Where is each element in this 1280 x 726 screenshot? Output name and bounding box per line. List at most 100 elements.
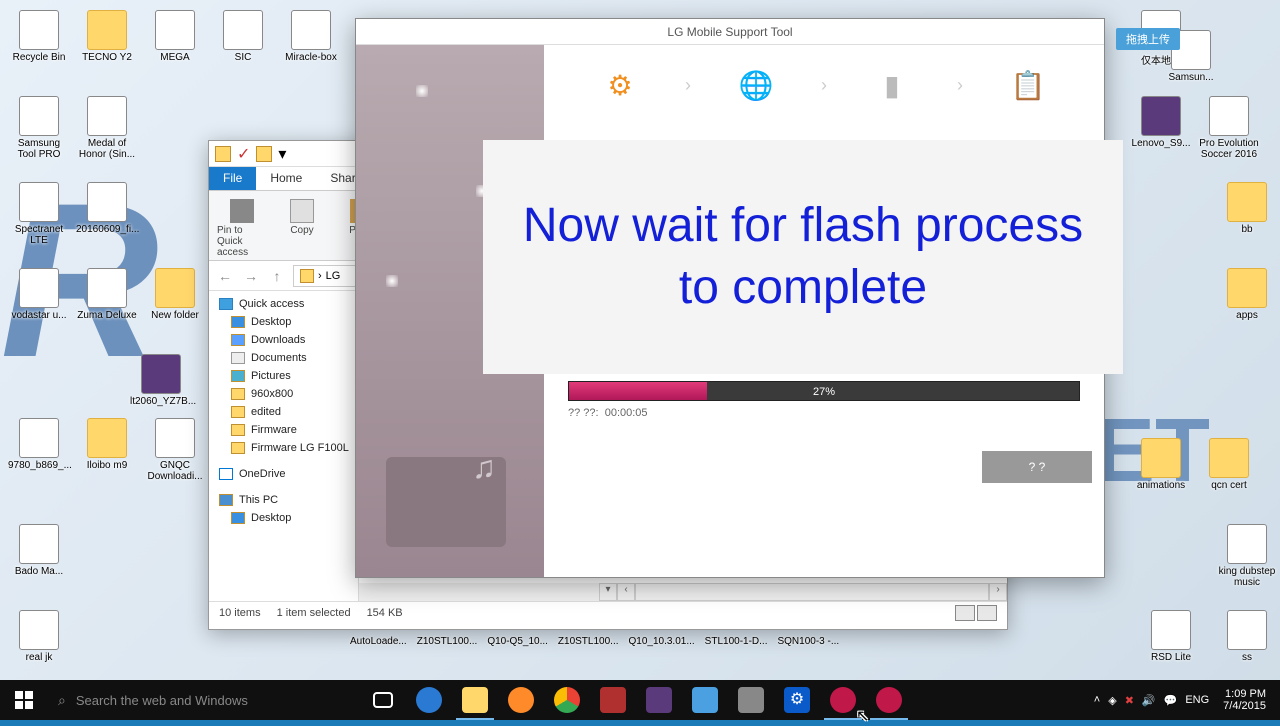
tab-file[interactable]: File [209, 167, 256, 190]
nav-downloads[interactable]: Downloads [209, 331, 358, 349]
settings-app[interactable]: ⚙ [774, 680, 820, 720]
explorer-hscrollbar[interactable]: ▾ ‹ › [359, 583, 1007, 601]
desktop-icon[interactable]: TECNO Y2 [76, 10, 138, 63]
tray-warning-icon[interactable]: ✖ [1125, 694, 1134, 707]
desktop-icon-label[interactable]: AutoLoade... [350, 636, 407, 647]
desktop-icon[interactable]: New folder [144, 268, 206, 321]
lg-icon [830, 687, 856, 713]
app-icon [87, 182, 127, 222]
nav-quick-access[interactable]: Quick access [209, 295, 358, 313]
desktop-icon[interactable]: ss [1216, 610, 1278, 663]
desktop-icon[interactable]: vodastar u... [8, 268, 70, 321]
desktop-icon[interactable]: animations [1130, 438, 1192, 491]
qat-sep: ✓ [237, 144, 250, 164]
printer-app[interactable] [728, 680, 774, 720]
scroll-right-button[interactable]: › [989, 583, 1007, 601]
pin-quick-access-button[interactable]: Pin to Quick access [217, 195, 267, 258]
nav-folder-firmware[interactable]: Firmware [209, 421, 358, 439]
lg-action-button[interactable]: ? ? [982, 451, 1092, 483]
scroll-dropdown-button[interactable]: ▾ [599, 583, 617, 601]
tray-language[interactable]: ENG [1185, 694, 1209, 706]
desktop-icon-label[interactable]: Z10STL100... [417, 636, 478, 647]
desktop-icon[interactable]: Medal of Honor (Sin... [76, 96, 138, 160]
chrome-app[interactable] [544, 680, 590, 720]
desktop-icon[interactable]: Samsung Tool PRO [8, 96, 70, 160]
desktop-icon-label: 20160609_fi... [76, 224, 138, 235]
desktop-icon[interactable]: Iloibo m9 [76, 418, 138, 471]
desktop-icon[interactable]: king dubstep music [1216, 524, 1278, 588]
desktop-icon-label[interactable]: Q10-Q5_10... [487, 636, 548, 647]
nav-folder-firmware-lg[interactable]: Firmware LG F100L [209, 439, 358, 457]
nav-documents[interactable]: Documents [209, 349, 358, 367]
lg-app-1[interactable] [820, 680, 866, 720]
view-details-button[interactable] [955, 605, 975, 621]
folder-icon [215, 146, 231, 162]
desktop-icon-label: ss [1216, 652, 1278, 663]
desktop-icon[interactable]: Recycle Bin [8, 10, 70, 63]
lg-icon [876, 687, 902, 713]
tray-network-icon[interactable]: ◈ [1108, 694, 1116, 707]
step-download-icon: 🌐 [733, 62, 779, 108]
app-icon [223, 10, 263, 50]
desktop-icon[interactable]: RSD Lite [1140, 610, 1202, 663]
desktop-icon[interactable]: SIC [212, 10, 274, 63]
nav-folder-edited[interactable]: edited [209, 403, 358, 421]
tray-volume-icon[interactable]: 🔊 [1142, 694, 1156, 707]
nav-desktop-2[interactable]: Desktop [209, 509, 358, 527]
tray-clock[interactable]: 1:09 PM 7/4/2015 [1217, 688, 1272, 712]
taskbar-search[interactable]: ⌕ Search the web and Windows [48, 680, 348, 720]
desktop-icon-label[interactable]: STL100-1-D... [705, 636, 768, 647]
folder-icon [87, 10, 127, 50]
desktop-icon[interactable]: 20160609_fi... [76, 182, 138, 235]
desktop-icon[interactable]: Spectranet LTE [8, 182, 70, 246]
desktop-icon[interactable]: bb [1216, 182, 1278, 235]
desktop-icon[interactable]: Lenovo_S9... [1130, 96, 1192, 149]
tab-home[interactable]: Home [256, 167, 316, 190]
recorder-app[interactable] [590, 680, 636, 720]
star-icon [219, 298, 233, 310]
recorder-icon [600, 687, 626, 713]
desktop-icon[interactable]: Bado Ma... [8, 524, 70, 577]
nav-forward-button[interactable]: → [241, 266, 261, 286]
nav-this-pc[interactable]: This PC [209, 491, 358, 509]
nav-onedrive[interactable]: OneDrive [209, 465, 358, 483]
edge-app[interactable] [406, 680, 452, 720]
view-thumbnails-button[interactable] [977, 605, 997, 621]
desktop-icon-label: MEGA [144, 52, 206, 63]
copy-button[interactable]: Copy [277, 195, 327, 236]
desktop-icon[interactable]: 9780_b869_... [8, 418, 70, 471]
desktop-icon[interactable]: Miracle-box [280, 10, 342, 63]
qat-dropdown-icon[interactable]: ▾ [278, 144, 286, 164]
desktop-icon[interactable]: Pro Evolution Soccer 2016 [1198, 96, 1260, 160]
desktop-icon[interactable]: MEGA [144, 10, 206, 63]
desktop-icon[interactable]: lt2060_YZ7B... [130, 354, 192, 407]
lg-window-title: LG Mobile Support Tool [356, 19, 1104, 45]
desktop-icon[interactable]: GNQC Downloadi... [144, 418, 206, 482]
desktop-icon-label[interactable]: Z10STL100... [558, 636, 619, 647]
nav-folder-960x800[interactable]: 960x800 [209, 385, 358, 403]
tray-chevron-up-icon[interactable]: ˄ [1094, 694, 1100, 706]
firefox-app[interactable] [498, 680, 544, 720]
desktop-icon-label[interactable]: Q10_10.3.01... [629, 636, 695, 647]
tool-app[interactable] [682, 680, 728, 720]
folder-icon [300, 269, 314, 283]
start-button[interactable] [0, 680, 48, 720]
desktop-icon[interactable]: qcn cert [1198, 438, 1260, 491]
nav-desktop[interactable]: Desktop [209, 313, 358, 331]
drag-upload-badge[interactable]: 拖拽上传 [1116, 28, 1180, 50]
nav-pictures[interactable]: Pictures [209, 367, 358, 385]
nav-up-button[interactable]: ↑ [267, 266, 287, 286]
scroll-left-button[interactable]: ‹ [617, 583, 635, 601]
tray-notification-icon[interactable]: 💬 [1164, 694, 1178, 707]
lg-app-2[interactable] [866, 680, 912, 720]
pictures-icon [231, 370, 245, 382]
taskview-button[interactable] [360, 680, 406, 720]
desktop-icon-label[interactable]: SQN100-3 -... [777, 636, 839, 647]
desktop-icon[interactable]: real jk [8, 610, 70, 663]
winrar-app[interactable] [636, 680, 682, 720]
scroll-track[interactable] [635, 583, 989, 601]
nav-back-button[interactable]: ← [215, 266, 235, 286]
desktop-icon[interactable]: Zuma Deluxe [76, 268, 138, 321]
explorer-app[interactable] [452, 680, 498, 720]
desktop-icon[interactable]: apps [1216, 268, 1278, 321]
